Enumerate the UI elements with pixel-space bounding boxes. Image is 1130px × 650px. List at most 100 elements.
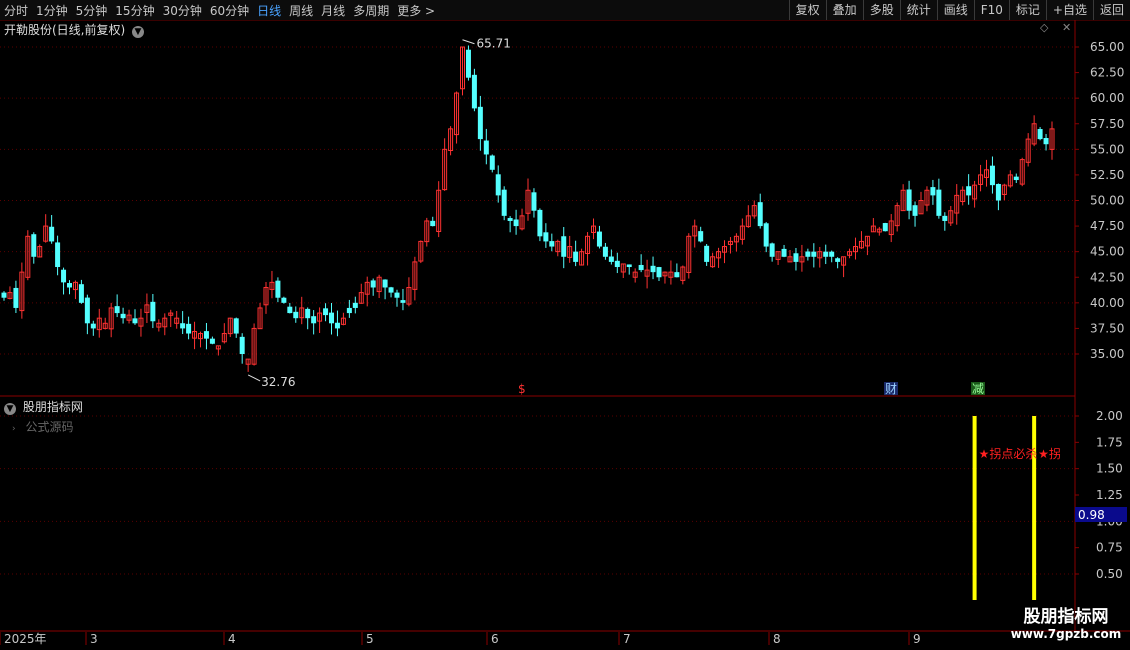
event-mark-2: 减 — [972, 382, 984, 396]
candle-body — [650, 265, 656, 273]
event-mark-bg-1 — [884, 382, 898, 395]
candle-body — [346, 307, 352, 314]
indicator-panel: 0.50 0.75 1.00 1.25 1.50 1.75 2.00 0.98 ★拐点必杀 ★拐 — [0, 409, 1127, 600]
candle-body — [995, 183, 1001, 201]
candle-body — [55, 242, 61, 268]
signal-bar-1 — [1032, 416, 1037, 600]
action-button-5[interactable]: F10 — [973, 0, 1009, 20]
action-list: 复权 叠加 多股 统计 画线 F10 标记 +自选 返回 — [788, 0, 1130, 20]
candle-body — [436, 189, 442, 232]
candle-body — [942, 215, 948, 221]
candle-body — [114, 306, 120, 314]
candle-body — [632, 271, 638, 278]
candle-body — [78, 284, 84, 303]
candle-body — [19, 271, 25, 312]
candle-body — [25, 235, 31, 278]
action-button-6[interactable]: 标记 — [1008, 0, 1046, 20]
candle-body — [757, 202, 763, 227]
candle-body — [531, 192, 537, 211]
candle-body — [972, 184, 978, 200]
candle-body — [847, 251, 853, 256]
candle-body — [864, 235, 870, 247]
action-button-4[interactable]: 画线 — [936, 0, 974, 20]
action-button-8[interactable]: 返回 — [1092, 0, 1130, 20]
candle-body — [1019, 159, 1025, 185]
candle-body — [84, 297, 90, 324]
candle-body — [823, 251, 829, 257]
period-tab-2[interactable]: 5分钟 — [76, 2, 108, 19]
candle-body — [680, 266, 686, 281]
candle-body — [662, 271, 668, 277]
chevron-down-icon[interactable]: ▼ — [4, 403, 16, 415]
watermark-name: 股朋指标网 — [1023, 607, 1109, 627]
action-button-3[interactable]: 统计 — [899, 0, 937, 20]
candle-body — [620, 263, 626, 273]
formula-source-link[interactable]: 公式源码 — [25, 420, 73, 434]
candle-body — [442, 148, 448, 191]
candle-body — [394, 292, 400, 298]
action-button-2[interactable]: 多股 — [862, 0, 900, 20]
period-tab-3[interactable]: 15分钟 — [115, 2, 154, 19]
watermark-url: www.7gpzb.com — [1010, 627, 1122, 641]
candle-body — [888, 220, 894, 236]
candle-body — [168, 312, 174, 316]
candle-body — [948, 210, 954, 224]
candle-body — [221, 333, 227, 343]
action-button-1[interactable]: 叠加 — [825, 0, 863, 20]
chart-tools: ◇ ✕ — [1040, 21, 1071, 34]
candle-body — [150, 301, 156, 322]
period-tab-0[interactable]: 分时 — [4, 2, 28, 19]
action-button-7[interactable]: +自选 — [1045, 0, 1093, 20]
candle-body — [430, 220, 436, 227]
candle-body — [1031, 123, 1037, 145]
candle-body — [364, 281, 370, 295]
candle-body — [460, 46, 465, 90]
period-tab-7[interactable]: 周线 — [289, 2, 313, 19]
period-tab-9[interactable]: 多周期 — [353, 2, 389, 19]
close-icon[interactable]: ✕ — [1062, 21, 1071, 34]
candle-body — [334, 322, 340, 329]
current-value-label: 0.98 — [1078, 508, 1105, 522]
candle-body — [841, 256, 847, 266]
period-tab-1[interactable]: 1分钟 — [36, 2, 68, 19]
period-tab-4[interactable]: 30分钟 — [163, 2, 202, 19]
chevron-down-icon[interactable]: ▼ — [132, 26, 145, 38]
signal-text: ★拐点必杀 — [979, 446, 1038, 461]
action-button-0[interactable]: 复权 — [788, 0, 826, 20]
candle-body — [245, 358, 251, 365]
candle-body — [126, 314, 132, 321]
candle-body — [525, 189, 531, 214]
low-marker-label: 32.76 — [261, 375, 295, 389]
diamond-icon[interactable]: ◇ — [1040, 21, 1048, 34]
candle-body — [894, 205, 900, 227]
candle-body — [853, 246, 858, 253]
candle-body — [311, 316, 317, 324]
candle-body — [602, 246, 608, 257]
period-tab-10[interactable]: 更多 > — [397, 2, 435, 19]
period-tab-5[interactable]: 60分钟 — [210, 2, 249, 19]
time-axis: 2025年 3 4 5 6 7 8 9 — [0, 632, 921, 646]
candle-body — [501, 189, 507, 216]
candle-body — [567, 246, 573, 258]
period-tab-6[interactable]: 日线 — [257, 2, 281, 19]
candle-body — [96, 317, 102, 331]
candle-body — [358, 292, 364, 304]
candle-body — [370, 280, 376, 288]
candle-body — [49, 226, 55, 242]
candle-body — [608, 256, 614, 262]
candle-body — [817, 251, 823, 259]
candle-body — [739, 225, 745, 240]
candle-body — [251, 327, 257, 365]
period-toolbar: 分时 1分钟 5分钟 15分钟 30分钟 60分钟 日线 周线 月线 多周期 更多 > 复权 叠加 多股… — [0, 0, 1130, 21]
signal-bar-0 — [972, 416, 977, 600]
event-mark-0: $ — [518, 382, 526, 396]
candle-body — [805, 251, 811, 257]
candle-body — [751, 205, 757, 217]
period-tab-8[interactable]: 月线 — [321, 2, 345, 19]
candle-body — [644, 269, 650, 277]
candles — [1, 45, 1055, 372]
period-list: 分时 1分钟 5分钟 15分钟 30分钟 60分钟 日线 周线 月线 多周期 更多 > — [0, 0, 443, 20]
candle-body — [477, 106, 483, 140]
candle-body — [614, 260, 620, 268]
candle-body — [1007, 174, 1013, 187]
